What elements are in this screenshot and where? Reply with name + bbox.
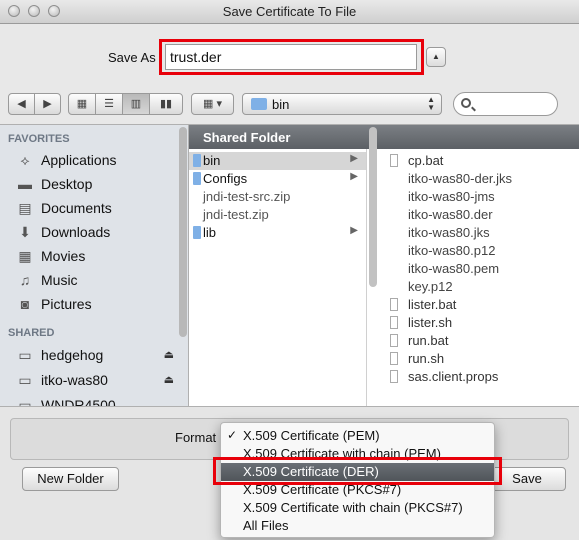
menu-item-pkcs7-chain[interactable]: X.509 Certificate with chain (PKCS#7) <box>221 499 494 517</box>
list-item[interactable]: jndi-test-src.zip <box>189 188 366 206</box>
menu-item-der[interactable]: X.509 Certificate (DER) <box>221 463 494 481</box>
icon-view-button[interactable]: ▦ <box>68 93 96 115</box>
file-icon <box>390 334 398 347</box>
server-icon: ▭ <box>18 347 32 363</box>
file-icon <box>390 370 398 383</box>
sidebar-item-hedgehog[interactable]: ▭ hedgehog ⏏ <box>15 345 180 365</box>
save-button[interactable]: Save <box>488 467 566 491</box>
column-view-button[interactable]: ▥ <box>122 93 150 115</box>
music-icon: ♫ <box>19 272 31 288</box>
check-icon: ✓ <box>227 428 238 442</box>
applications-icon: ⟡ <box>20 152 30 168</box>
list-item[interactable]: key.p12 <box>381 278 579 296</box>
arrange-menu-button[interactable]: ▦ ▾ <box>191 93 234 115</box>
column-1-scrollbar[interactable] <box>369 127 377 287</box>
eject-icon[interactable]: ⏏ <box>164 348 174 361</box>
popup-arrows-icon: ▲ ▼ <box>427 95 435 112</box>
file-icon <box>390 154 398 167</box>
documents-icon: ▤ <box>18 200 32 216</box>
list-item[interactable]: lister.bat <box>381 296 579 314</box>
path-label: bin <box>272 97 290 112</box>
format-label: Format <box>175 430 217 445</box>
sidebar-item-applications[interactable]: ⟡ Applications <box>15 150 180 170</box>
folder-icon <box>251 98 267 110</box>
list-item[interactable]: itko-was80.p12 <box>381 242 579 260</box>
new-folder-button[interactable]: New Folder <box>22 467 119 491</box>
sidebar-item-itko-was80[interactable]: ▭ itko-was80 ⏏ <box>15 370 180 390</box>
sidebar: FAVORITES ⟡ Applications ▬ Desktop ▤ Doc… <box>0 124 188 406</box>
shared-heading: SHARED <box>8 327 55 339</box>
sidebar-scrollbar[interactable] <box>179 127 187 337</box>
eject-icon[interactable]: ⏏ <box>164 373 174 386</box>
menu-item-pkcs7[interactable]: X.509 Certificate (PKCS#7) <box>221 481 494 499</box>
chevron-right-icon: ▶ <box>350 225 358 236</box>
menu-item-pem-chain[interactable]: X.509 Certificate with chain (PEM) <box>221 445 494 463</box>
desktop-icon: ▬ <box>18 176 32 192</box>
column-header: Shared Folder <box>189 125 579 149</box>
back-arrow-icon[interactable]: ◀ <box>8 93 35 115</box>
list-item[interactable]: lister.sh <box>381 314 579 332</box>
favorites-heading: FAVORITES <box>8 133 70 145</box>
list-item[interactable]: jndi-test.zip <box>189 206 366 224</box>
window-title: Save Certificate To File <box>222 4 357 19</box>
chevron-right-icon: ▶ <box>350 171 358 182</box>
sidebar-item-movies[interactable]: ▦ Movies <box>15 246 180 266</box>
list-item[interactable]: itko-was80.pem <box>381 260 579 278</box>
chevron-right-icon: ▶ <box>350 153 358 164</box>
list-item[interactable]: lib ▶ <box>189 224 366 242</box>
movies-icon: ▦ <box>18 248 32 264</box>
list-item[interactable]: bin ▶ <box>189 152 366 170</box>
list-item[interactable]: Configs ▶ <box>189 170 366 188</box>
list-item[interactable]: itko-was80.jks <box>381 224 579 242</box>
column-2: cp.bat itko-was80-der.jks itko-was80-jms… <box>381 149 579 406</box>
pictures-icon: ◙ <box>20 296 30 312</box>
title-bar: Save Certificate To File <box>0 0 579 24</box>
sidebar-item-wndr4500[interactable]: ▭ WNDR4500 <box>15 395 180 406</box>
file-icon <box>390 352 398 365</box>
menu-item-pem[interactable]: ✓ X.509 Certificate (PEM) <box>221 427 494 445</box>
sidebar-item-pictures[interactable]: ◙ Pictures <box>15 294 180 314</box>
menu-item-all-files[interactable]: All Files <box>221 517 494 535</box>
list-item[interactable]: sas.client.props <box>381 368 579 386</box>
sidebar-item-music[interactable]: ♫ Music <box>15 270 180 290</box>
save-as-input[interactable]: trust.der <box>165 44 417 70</box>
downloads-icon: ⬇ <box>19 224 31 240</box>
column-browser: Shared Folder bin ▶ Configs ▶ jndi-test-… <box>188 124 579 406</box>
sidebar-item-downloads[interactable]: ⬇ Downloads <box>15 222 180 242</box>
file-icon <box>390 298 398 311</box>
triangle-up-icon[interactable]: ▲ <box>426 47 446 67</box>
save-as-label: Save As <box>108 50 156 65</box>
format-dropdown-menu: ✓ X.509 Certificate (PEM) X.509 Certific… <box>220 422 495 538</box>
server-icon: ▭ <box>18 372 32 388</box>
search-input[interactable] <box>453 92 558 116</box>
folder-icon <box>193 172 201 185</box>
sidebar-item-documents[interactable]: ▤ Documents <box>15 198 180 218</box>
list-item[interactable]: itko-was80-der.jks <box>381 170 579 188</box>
column-1: bin ▶ Configs ▶ jndi-test-src.zip jndi-t… <box>189 149 367 406</box>
path-popup[interactable]: bin ▲ ▼ <box>242 93 442 115</box>
sidebar-item-desktop[interactable]: ▬ Desktop <box>15 174 180 194</box>
list-item[interactable]: itko-was80.der <box>381 206 579 224</box>
coverflow-view-button[interactable]: ▮▮ <box>149 93 183 115</box>
folder-icon <box>193 154 201 167</box>
list-item[interactable]: cp.bat <box>381 152 579 170</box>
server-icon: ▭ <box>18 397 32 406</box>
list-item[interactable]: run.sh <box>381 350 579 368</box>
list-item[interactable]: itko-was80-jms <box>381 188 579 206</box>
folder-icon <box>193 226 201 239</box>
search-icon <box>461 98 471 108</box>
forward-arrow-icon[interactable]: ▶ <box>34 93 61 115</box>
list-item[interactable]: run.bat <box>381 332 579 350</box>
file-icon <box>390 316 398 329</box>
list-view-button[interactable]: ☰ <box>95 93 123 115</box>
